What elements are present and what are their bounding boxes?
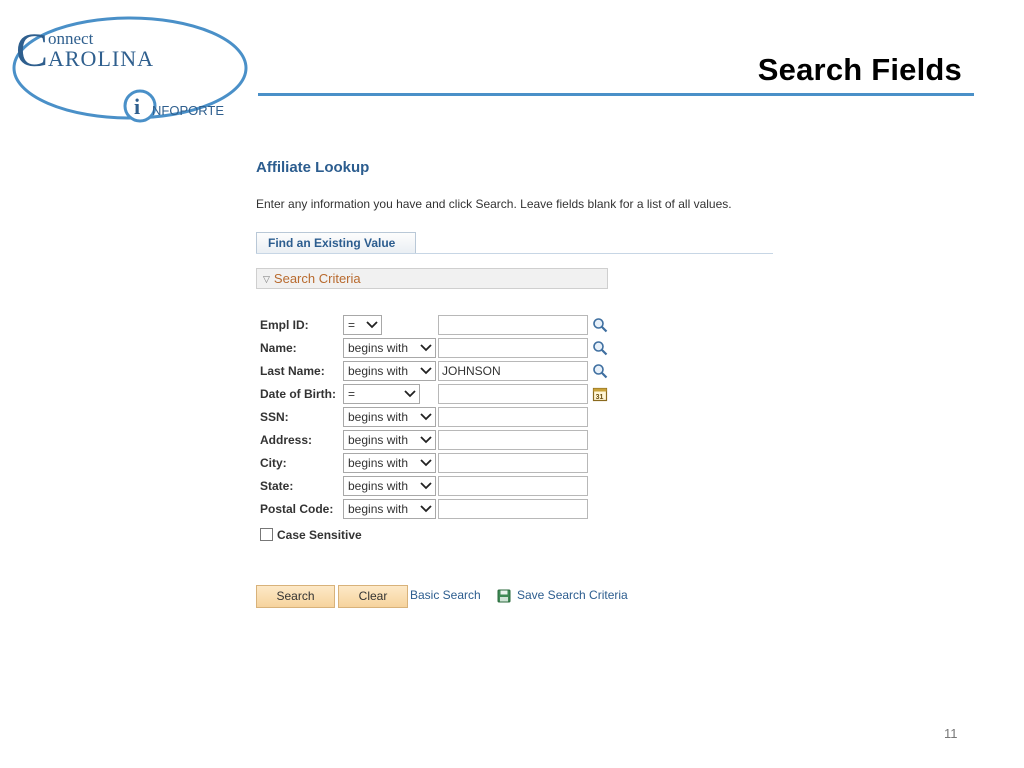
- case-sensitive-checkbox[interactable]: Case Sensitive: [260, 528, 362, 542]
- operator-value: =: [348, 387, 356, 401]
- page-number: 11: [944, 726, 958, 741]
- operator-value: =: [348, 318, 356, 332]
- lookup-icon[interactable]: [592, 363, 608, 379]
- operator-value: begins with: [348, 502, 409, 516]
- svg-text:C: C: [16, 24, 48, 77]
- search-button[interactable]: Search: [256, 585, 335, 608]
- svg-text:i: i: [134, 94, 140, 119]
- checkbox-box[interactable]: [260, 528, 273, 541]
- field-label: SSN:: [260, 410, 289, 424]
- svg-text:31: 31: [596, 394, 604, 401]
- logo-line2: AROLINA: [48, 46, 154, 71]
- search-criteria-label: Search Criteria: [273, 271, 361, 286]
- operator-select[interactable]: =: [343, 384, 420, 404]
- chevron-down-icon: [404, 390, 416, 398]
- operator-select[interactable]: begins with: [343, 476, 436, 496]
- tab-divider: [256, 253, 773, 254]
- operator-select[interactable]: begins with: [343, 499, 436, 519]
- value-input[interactable]: [438, 384, 588, 404]
- value-input[interactable]: [438, 499, 588, 519]
- tab-find-existing-value[interactable]: Find an Existing Value: [256, 232, 416, 254]
- operator-value: begins with: [348, 456, 409, 470]
- chevron-down-icon: [420, 482, 432, 490]
- operator-select[interactable]: begins with: [343, 453, 436, 473]
- chevron-down-icon: [366, 321, 378, 329]
- clear-button[interactable]: Clear: [338, 585, 408, 608]
- chevron-down-icon: [420, 436, 432, 444]
- save-search-criteria-link[interactable]: Save Search Criteria: [517, 588, 628, 602]
- calendar-icon[interactable]: 31: [592, 386, 608, 402]
- value-input[interactable]: [438, 430, 588, 450]
- save-icon[interactable]: [497, 589, 511, 603]
- field-label: City:: [260, 456, 287, 470]
- field-label: Date of Birth:: [260, 387, 336, 401]
- field-label: Postal Code:: [260, 502, 334, 516]
- lookup-icon[interactable]: [592, 317, 608, 333]
- value-input[interactable]: [438, 315, 588, 335]
- operator-value: begins with: [348, 341, 409, 355]
- value-input[interactable]: [438, 338, 588, 358]
- value-input[interactable]: [438, 476, 588, 496]
- operator-value: begins with: [348, 364, 409, 378]
- operator-select[interactable]: begins with: [343, 338, 436, 358]
- field-label: Empl ID:: [260, 318, 309, 332]
- slide-title: Search Fields: [757, 52, 962, 87]
- field-label: State:: [260, 479, 294, 493]
- operator-select[interactable]: begins with: [343, 361, 436, 381]
- operator-select[interactable]: =: [343, 315, 382, 335]
- chevron-down-icon: [420, 413, 432, 421]
- logo-sub: NFOPORTE: [152, 103, 224, 118]
- field-label: Name:: [260, 341, 297, 355]
- operator-select[interactable]: begins with: [343, 407, 436, 427]
- operator-value: begins with: [348, 410, 409, 424]
- field-label: Address:: [260, 433, 313, 447]
- operator-value: begins with: [348, 433, 409, 447]
- value-input[interactable]: [438, 407, 588, 427]
- lookup-icon[interactable]: [592, 340, 608, 356]
- case-sensitive-label: Case Sensitive: [277, 528, 362, 542]
- field-label: Last Name:: [260, 364, 325, 378]
- operator-select[interactable]: begins with: [343, 430, 436, 450]
- operator-value: begins with: [348, 479, 409, 493]
- chevron-down-icon: [420, 505, 432, 513]
- chevron-down-icon: [420, 367, 432, 375]
- search-criteria-toggle[interactable]: ▽ Search Criteria: [256, 268, 608, 289]
- connect-carolina-logo: C onnect AROLINA i NFOPORTE: [12, 16, 248, 123]
- page-heading: Affiliate Lookup: [256, 159, 370, 176]
- title-rule: [258, 93, 974, 96]
- value-input[interactable]: [438, 453, 588, 473]
- basic-search-link[interactable]: Basic Search: [410, 588, 481, 602]
- instructions-text: Enter any information you have and click…: [256, 197, 732, 211]
- chevron-down-icon: [420, 459, 432, 467]
- chevron-down-icon: [420, 344, 432, 352]
- collapse-triangle-icon: ▽: [263, 274, 270, 284]
- value-input[interactable]: JOHNSON: [438, 361, 588, 381]
